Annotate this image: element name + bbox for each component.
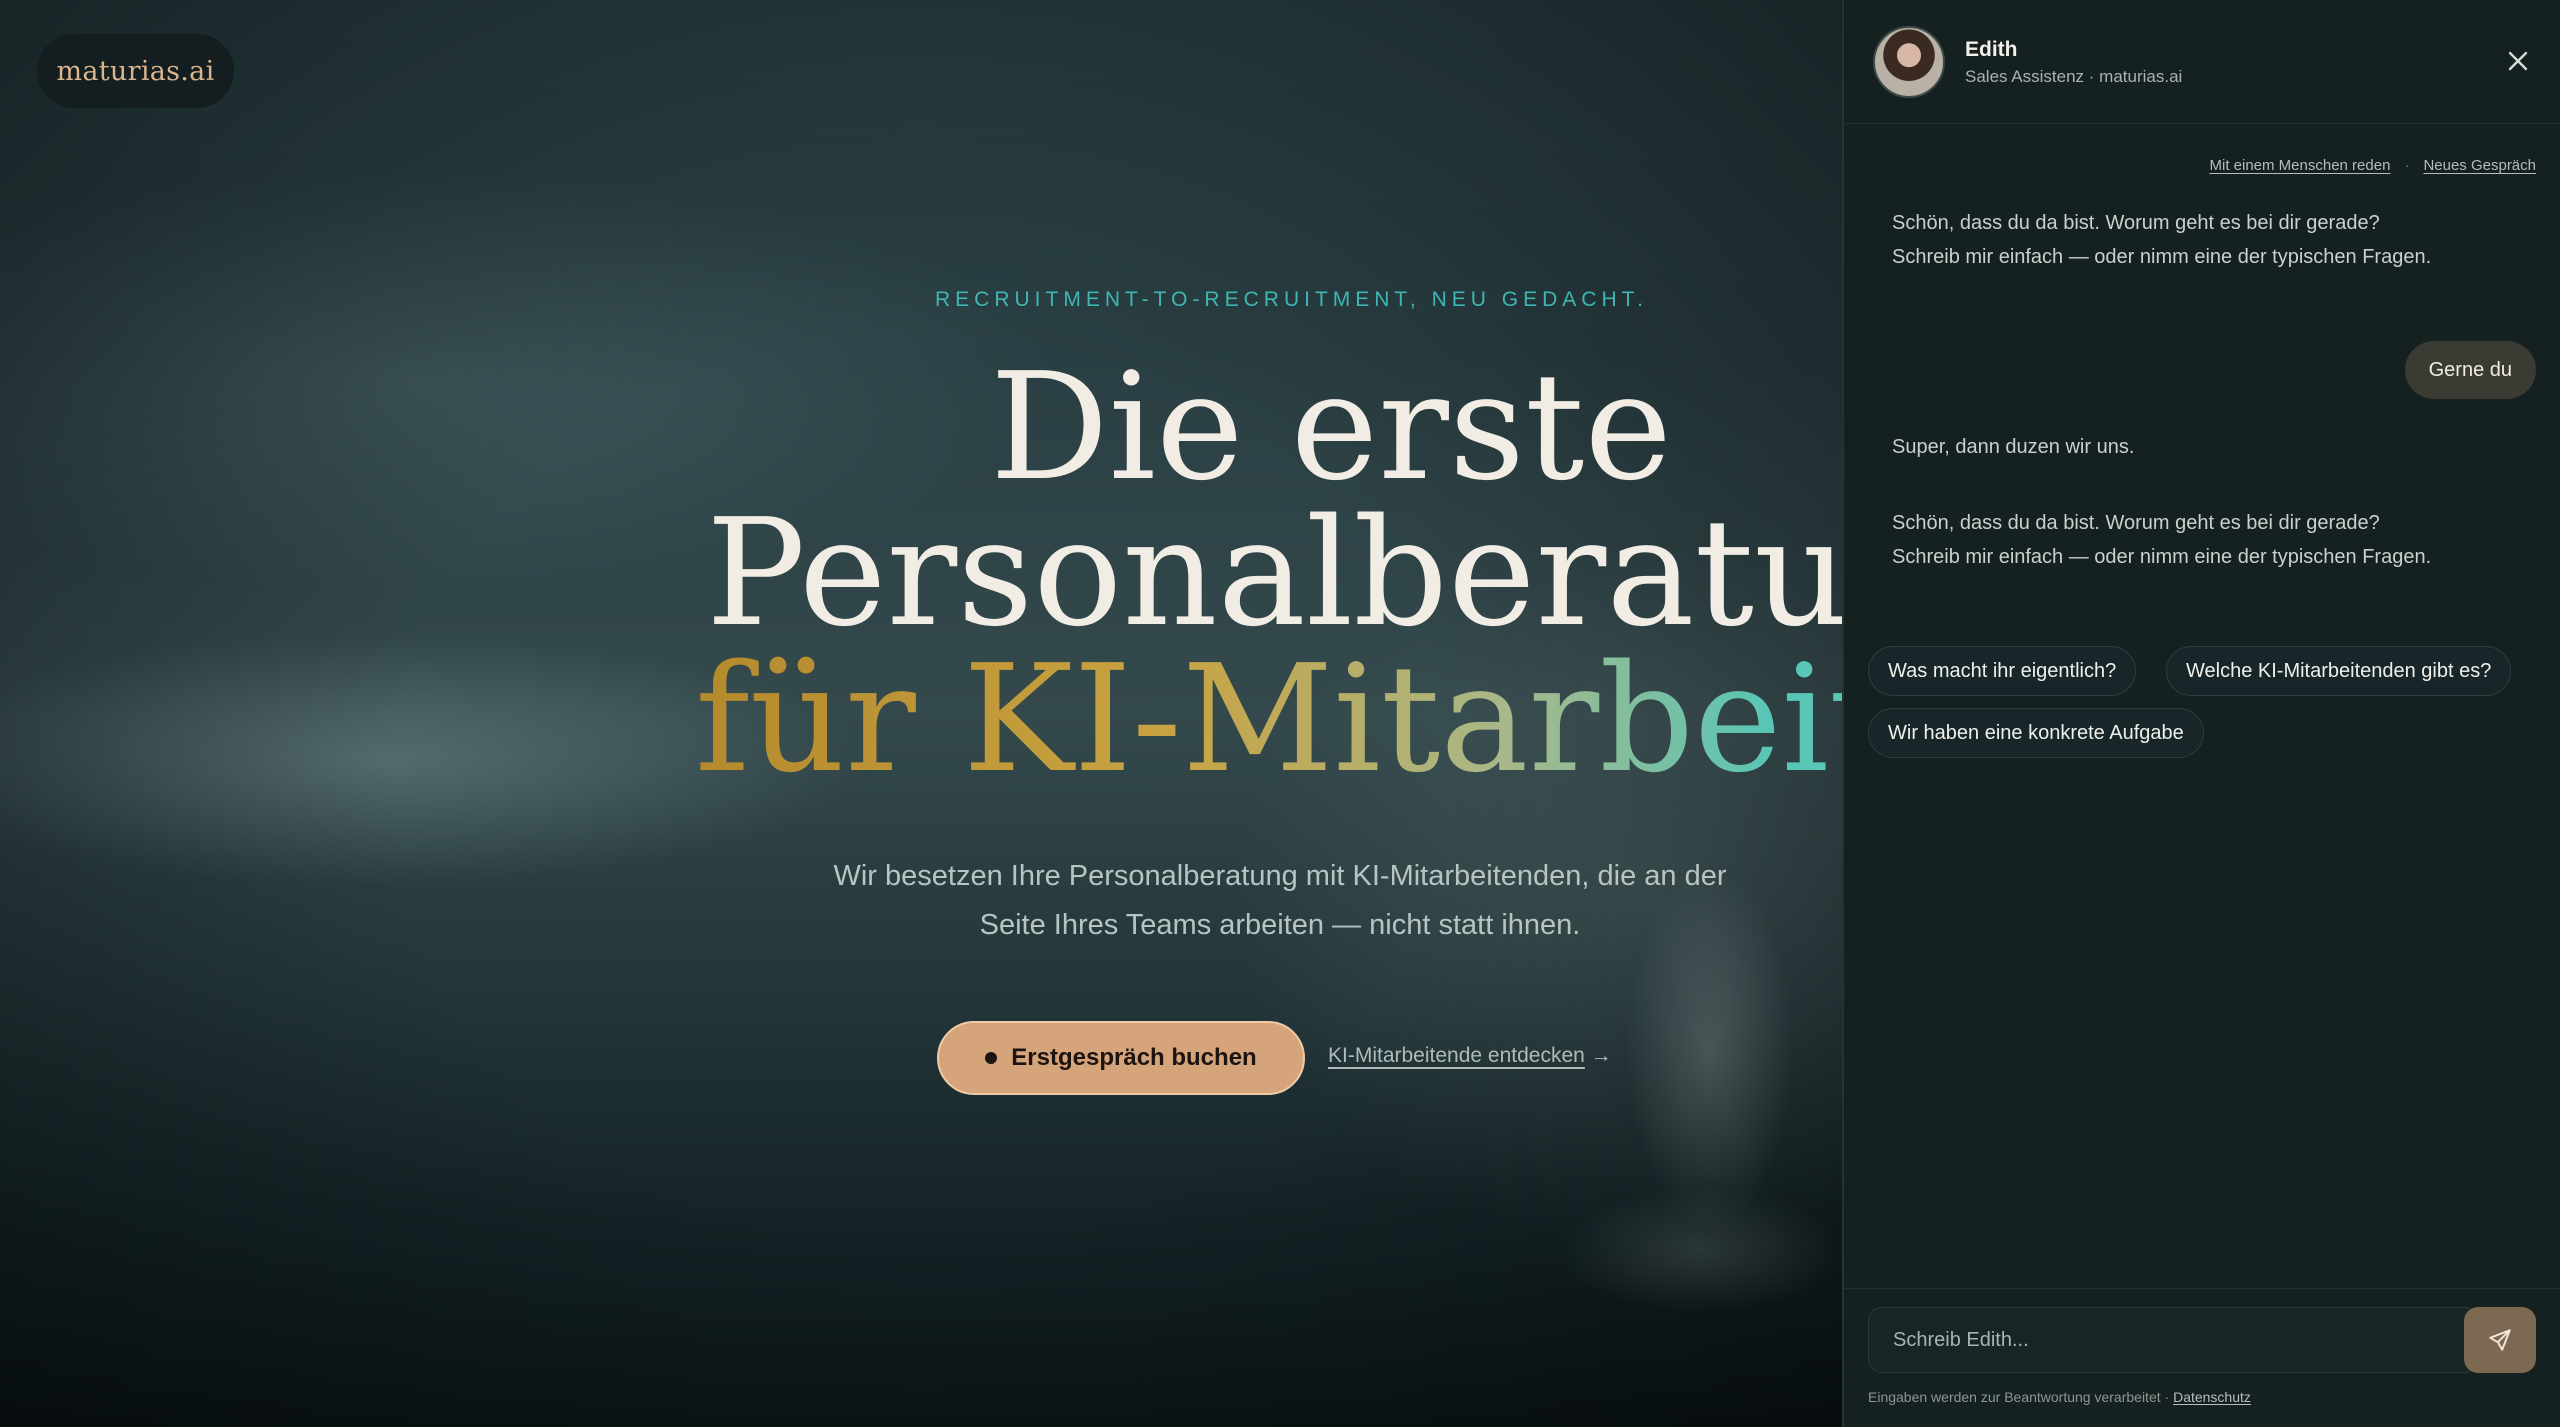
hero-section: maturias.ai RECRUITMENT-TO-RECRUITMENT, … (0, 0, 1842, 1427)
new-conversation-link[interactable]: Neues Gespräch (2423, 157, 2536, 174)
message-input[interactable] (1868, 1307, 2478, 1373)
dot-icon (985, 1052, 998, 1064)
suggestion-chip-concrete-task[interactable]: Wir haben eine konkrete Aufgabe (1868, 708, 2204, 758)
subline-line-1: Wir besetzen Ihre Personalberatung mit K… (833, 860, 1727, 892)
chat-panel: Edith Sales Assistenz · maturias.ai Mit … (1842, 0, 2560, 1427)
headline-line-3-gradient: für KI-Mitarbeiter (695, 645, 1842, 793)
close-icon (2508, 51, 2528, 71)
arrow-right-icon: → (1590, 1044, 1612, 1067)
composer-divider (1844, 1288, 2560, 1289)
agent-role: Sales Assistenz · maturias.ai (1965, 67, 2183, 86)
privacy-link[interactable]: Datenschutz (2173, 1389, 2251, 1405)
privacy-footnote: Eingaben werden zur Beantwortung verarbe… (1868, 1389, 2251, 1405)
headline-line-2: Personalberatung (706, 487, 1842, 659)
site-logo[interactable]: maturias.ai (37, 34, 234, 108)
user-message: Gerne du (2404, 341, 2536, 399)
book-call-button[interactable]: Erstgespräch buchen (937, 1021, 1305, 1095)
chat-top-links: Mit einem Menschen reden · Neues Gespräc… (2210, 157, 2537, 174)
bot-message: Super, dann duzen wir uns. (1892, 436, 2135, 458)
close-chat-button[interactable] (2499, 42, 2537, 80)
suggestion-chip-which-agents[interactable]: Welche KI-Mitarbeitenden gibt es? (2166, 646, 2512, 696)
discover-agents-label: KI-Mitarbeitende entdecken (1328, 1044, 1585, 1067)
paper-plane-icon (2489, 1329, 2511, 1351)
subline-line-2: Seite Ihres Teams arbeiten — nicht statt… (979, 909, 1581, 941)
suggestion-chip-what-do-you-do[interactable]: Was macht ihr eigentlich? (1868, 646, 2137, 696)
link-separator: · (2404, 157, 2410, 174)
discover-agents-link[interactable]: KI-Mitarbeitende entdecken → (1328, 1044, 1612, 1068)
chat-header: Edith Sales Assistenz · maturias.ai (1844, 0, 2560, 124)
hero-subline: Wir besetzen Ihre Personalberatung mit K… (760, 852, 1800, 950)
agent-avatar (1873, 26, 1945, 98)
send-button[interactable] (2464, 1307, 2536, 1373)
bot-message: Schön, dass du da bist. Worum geht es be… (1892, 512, 2432, 568)
book-call-label: Erstgespräch buchen (1011, 1044, 1257, 1071)
talk-to-human-link[interactable]: Mit einem Menschen reden (2210, 157, 2391, 174)
bot-message: Schön, dass du da bist. Worum geht es be… (1892, 212, 2432, 268)
headline-line-1: Die erste (990, 341, 1672, 513)
footnote-text: Eingaben werden zur Beantwortung verarbe… (1868, 1389, 2174, 1405)
hero-eyebrow: RECRUITMENT-TO-RECRUITMENT, NEU GEDACHT. (935, 288, 1648, 311)
agent-name: Edith (1965, 38, 2018, 61)
